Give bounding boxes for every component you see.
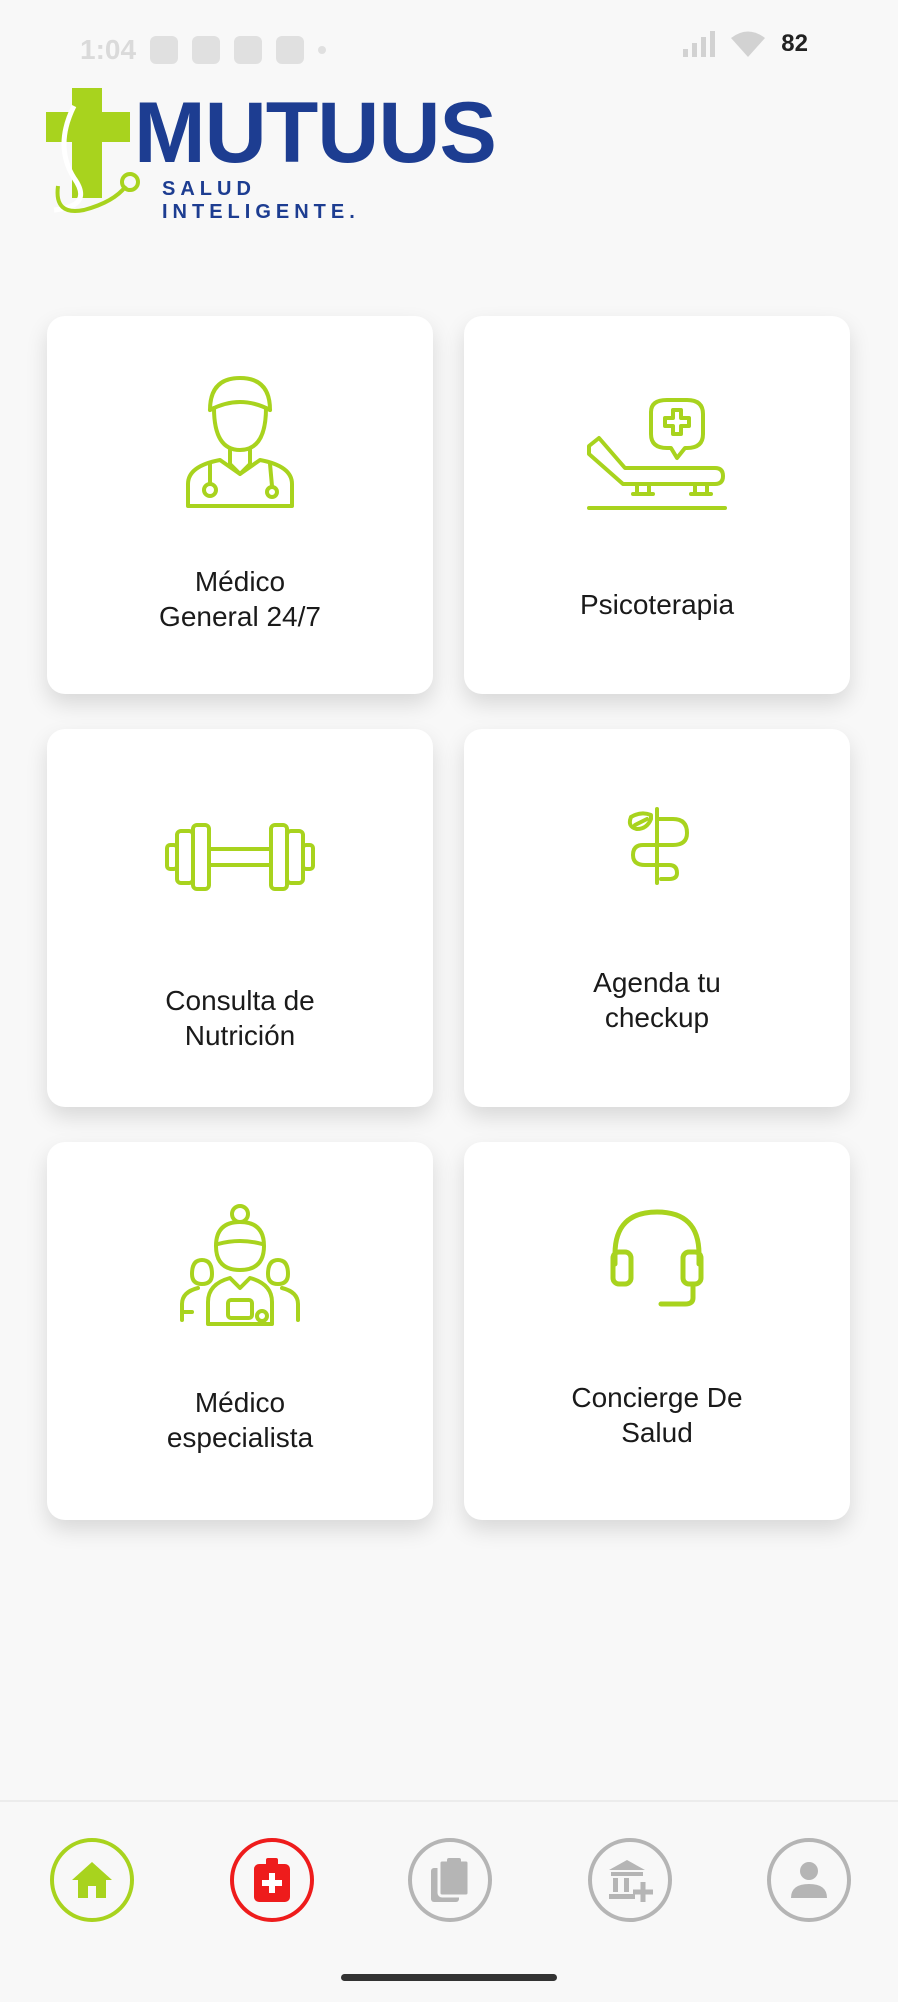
service-card-psicoterapia[interactable]: Psicoterapia (464, 316, 850, 694)
nav-emergency-button[interactable] (230, 1838, 314, 1922)
hospital-icon (609, 1860, 653, 1902)
service-card-concierge[interactable]: Concierge De Salud (464, 1142, 850, 1520)
nav-hospital-button[interactable] (588, 1838, 672, 1922)
caduceus-icon (464, 805, 850, 887)
service-label: Médico especialista (166, 1387, 314, 1453)
signal-icon (683, 31, 716, 57)
dumbbell-icon (47, 821, 433, 893)
nav-home-button[interactable] (50, 1838, 134, 1922)
service-label: Concierge De Salud (571, 1382, 743, 1448)
status-right: 82 (683, 30, 808, 58)
linkedin-icon (150, 36, 179, 64)
logo-cross-icon (46, 88, 140, 213)
facebook-icon (192, 36, 221, 64)
nav-records-button[interactable] (408, 1838, 492, 1922)
service-label: Agenda tu checkup (593, 967, 721, 1033)
therapy-couch-icon (464, 398, 850, 510)
tiktok-icon (234, 36, 263, 64)
medical-bag-icon (254, 1858, 290, 1902)
logo-wordmark: MUTUUS (134, 85, 497, 181)
status-left: 1:04 (80, 34, 327, 66)
home-icon (72, 1862, 112, 1898)
service-label: Consulta de Nutrición (165, 985, 315, 1051)
nav-profile-button[interactable] (767, 1838, 851, 1922)
specialists-icon (47, 1204, 433, 1328)
logo-tagline: SALUD INTELIGENTE. (162, 178, 360, 223)
status-time: 1:04 (80, 34, 137, 65)
service-label: Médico General 24/7 (159, 566, 321, 632)
wifi-icon (731, 31, 766, 57)
service-card-especialista[interactable]: Médico especialista (47, 1142, 433, 1520)
battery-level: 82 (781, 30, 808, 57)
mutuus-logo: MUTUUS SALUD INTELIGENTE. (44, 86, 497, 223)
clipboard-icon (431, 1858, 471, 1902)
more-notifications-icon (318, 46, 327, 54)
service-card-checkup[interactable]: Agenda tu checkup (464, 729, 850, 1107)
user-icon (791, 1862, 827, 1898)
service-label: Psicoterapia (579, 589, 735, 620)
service-card-medico-general[interactable]: Médico General 24/7 (47, 316, 433, 694)
app-notification-icon (276, 36, 305, 64)
headset-icon (464, 1208, 850, 1308)
bottom-nav (0, 1800, 898, 2002)
service-card-nutricion[interactable]: Consulta de Nutrición (47, 729, 433, 1107)
doctor-icon (47, 374, 433, 510)
home-indicator[interactable] (341, 1974, 557, 1981)
